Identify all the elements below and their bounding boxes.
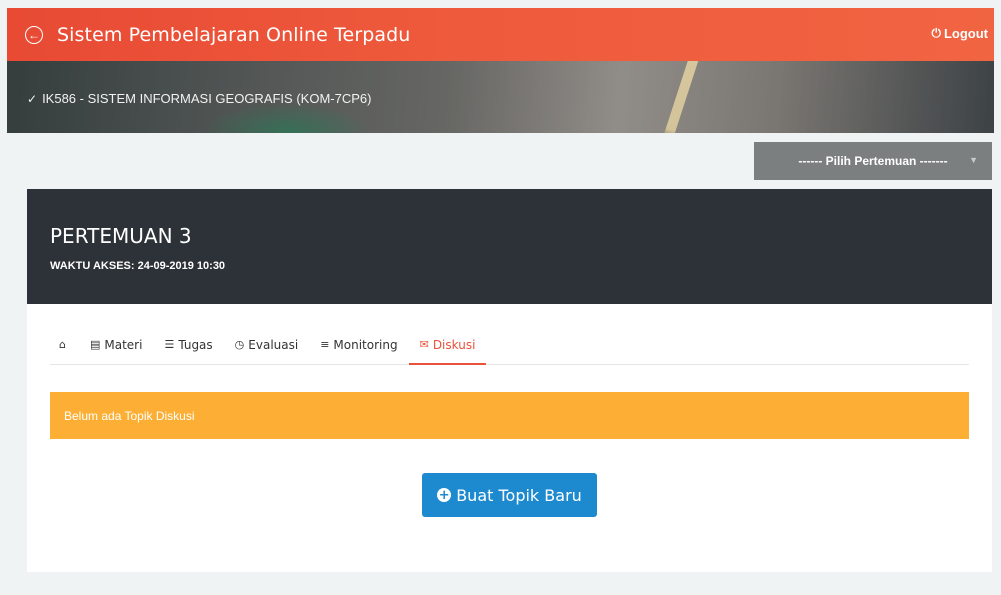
tab-bar: ⌂ ▤ Materi ☰ Tugas ◷ Evaluasi ≡ Monitori… — [50, 330, 969, 365]
empty-discussion-alert: Belum ada Topik Diskusi — [50, 392, 969, 439]
course-title: ✓ IK586 - SISTEM INFORMASI GEOGRAFIS (KO… — [27, 91, 371, 106]
meeting-title: PERTEMUAN 3 — [50, 224, 192, 248]
clock-icon: ◷ — [234, 338, 245, 351]
meeting-select-dropdown[interactable]: ------ Pilih Pertemuan ------- ▼ — [754, 142, 992, 180]
tab-tugas-label: Tugas — [178, 338, 213, 352]
meeting-select-value: ------ Pilih Pertemuan ------- — [798, 154, 948, 168]
tab-monitoring-label: Monitoring — [333, 338, 398, 352]
list-icon: ≡ — [320, 338, 330, 351]
tab-diskusi-label: Diskusi — [432, 338, 476, 352]
chevron-down-icon: ▼ — [969, 155, 978, 165]
meeting-header: PERTEMUAN 3 WAKTU AKSES: 24-09-2019 10:3… — [27, 189, 992, 304]
tab-home[interactable]: ⌂ — [50, 330, 79, 365]
logout-button[interactable]: ⏻ Logout — [931, 26, 988, 41]
logout-label: Logout — [943, 26, 988, 41]
tab-materi-label: Materi — [104, 338, 143, 352]
access-time: WAKTU AKSES: 24-09-2019 10:30 — [50, 260, 226, 272]
app-title: Sistem Pembelajaran Online Terpadu — [57, 23, 411, 46]
content-card: ⌂ ▤ Materi ☰ Tugas ◷ Evaluasi ≡ Monitori… — [27, 304, 992, 572]
top-navbar: ← Sistem Pembelajaran Online Terpadu ⏻ L… — [7, 8, 994, 61]
circle-arrow-left-icon[interactable]: ← — [25, 25, 43, 44]
tab-tugas[interactable]: ☰ Tugas — [153, 330, 223, 365]
tab-evaluasi-label: Evaluasi — [248, 338, 299, 352]
tab-evaluasi[interactable]: ◷ Evaluasi — [224, 330, 310, 365]
course-banner: ✓ IK586 - SISTEM INFORMASI GEOGRAFIS (KO… — [7, 61, 994, 133]
banner-pencil-decoration — [659, 61, 701, 133]
new-topic-label: Buat Topik Baru — [456, 485, 582, 505]
plus-circle-icon: + — [437, 487, 452, 503]
new-topic-button[interactable]: + Buat Topik Baru — [422, 473, 597, 517]
tab-materi[interactable]: ▤ Materi — [79, 330, 153, 365]
tab-monitoring[interactable]: ≡ Monitoring — [309, 330, 408, 365]
tasks-icon: ☰ — [164, 338, 175, 351]
empty-discussion-text: Belum ada Topik Diskusi — [64, 408, 195, 423]
power-icon: ⏻ — [931, 26, 941, 40]
course-title-text: IK586 - SISTEM INFORMASI GEOGRAFIS (KOM-… — [42, 91, 372, 106]
home-icon: ⌂ — [59, 338, 66, 351]
tab-diskusi[interactable]: ✉ Diskusi — [408, 330, 487, 365]
check-circle-icon: ✓ — [27, 91, 38, 106]
file-text-icon: ▤ — [89, 338, 101, 351]
comments-icon: ✉ — [419, 338, 429, 351]
